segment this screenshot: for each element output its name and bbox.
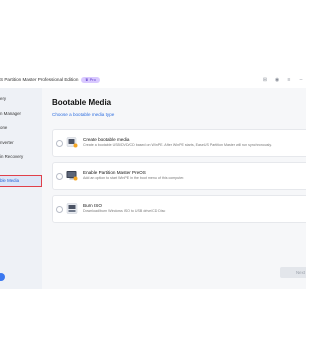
option-description: Add an option to start WinPE in the boot… <box>83 176 185 180</box>
sidebar-item-label: in Recovery <box>0 154 24 159</box>
option-description: Create a bootable USB/DVD/CD based on Wi… <box>83 143 272 147</box>
option-description: Download/burn Windows ISO to USB drive/C… <box>83 209 166 213</box>
page-title: Bootable Media <box>52 98 112 107</box>
option-create-bootable-media[interactable]: Create bootable media Create a bootable … <box>52 129 306 157</box>
gift-icon[interactable]: ⊞ <box>262 77 268 83</box>
usb-drive-icon <box>66 137 78 148</box>
radio-button[interactable] <box>56 173 63 180</box>
option-burn-iso[interactable]: Burn ISO Download/burn Windows ISO to US… <box>52 195 306 223</box>
option-title: Create bootable media <box>83 137 130 142</box>
sidebar-item-partition-recovery[interactable]: in Recovery <box>0 152 41 162</box>
sidebar-item-label: ble Media <box>0 178 20 183</box>
computer-boot-icon <box>66 171 78 181</box>
crown-icon: ♛ <box>85 77 89 82</box>
option-title: Enable Partition Master PreOS <box>83 170 146 175</box>
radio-button[interactable] <box>56 140 63 147</box>
next-button[interactable]: Next <box>280 267 306 278</box>
help-icon[interactable] <box>0 273 5 281</box>
sidebar: ery n Manager one nverter in Recovery bl… <box>0 88 43 289</box>
sidebar-item-recovery[interactable]: ery <box>0 94 41 104</box>
app-window: S Partition Master Professional Edition … <box>0 74 306 289</box>
sidebar-item-partition-manager[interactable]: n Manager <box>0 109 41 119</box>
radio-button[interactable] <box>56 206 63 213</box>
sidebar-item-bootable-media[interactable]: ble Media <box>0 175 42 187</box>
account-icon[interactable]: ◉ <box>274 77 280 83</box>
settings-icon[interactable]: ≡ <box>286 77 292 83</box>
sidebar-item-label: one <box>0 125 8 130</box>
app-title: S Partition Master Professional Edition <box>0 77 79 82</box>
sidebar-item-label: ery <box>0 96 7 101</box>
main-panel: Bootable Media Choose a bootable media t… <box>42 88 306 289</box>
option-title: Burn ISO <box>83 203 102 208</box>
page-subtitle: Choose a bootable media type <box>52 112 115 117</box>
pro-badge-label: Pro <box>89 77 96 82</box>
pro-badge: ♛Pro <box>81 77 100 83</box>
iso-disc-icon <box>66 203 78 214</box>
sidebar-item-label: nverter <box>0 140 14 145</box>
option-enable-preos[interactable]: Enable Partition Master PreOS Add an opt… <box>52 162 306 190</box>
sidebar-item-clone[interactable]: one <box>0 123 41 133</box>
sidebar-item-label: n Manager <box>0 111 21 116</box>
minimize-icon[interactable]: – <box>298 77 304 83</box>
sidebar-item-converter[interactable]: nverter <box>0 138 41 148</box>
title-bar: S Partition Master Professional Edition … <box>0 74 306 89</box>
